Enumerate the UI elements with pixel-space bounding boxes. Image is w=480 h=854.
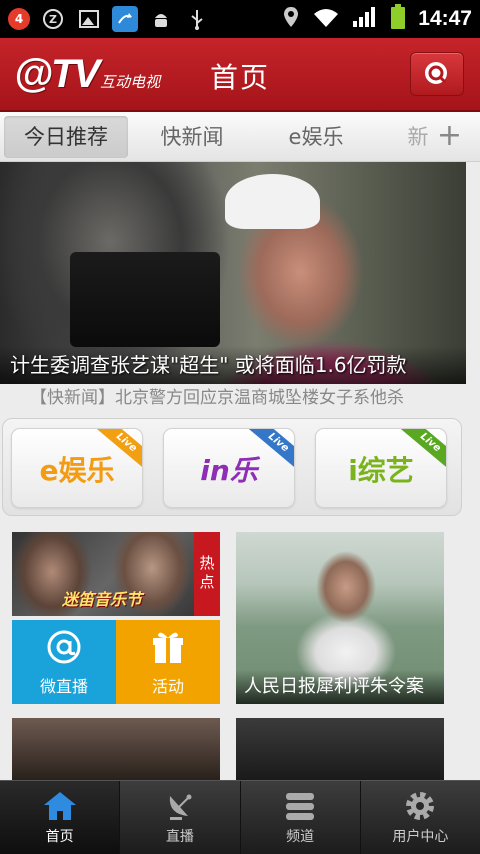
at-sign-icon [47,630,81,664]
hero-image-camera [70,252,220,347]
satellite-dish-icon [169,794,192,820]
hero-banner[interactable]: 计生委调查张艺谋"超生" 或将面临1.6亿罚款 [0,162,466,384]
app-header: @TV 互动电视 首页 [0,38,480,112]
tab-e-entertainment[interactable]: e娱乐 [264,116,368,158]
notification-count-badge: 4 [8,8,30,30]
clock: 14:47 [418,7,472,30]
alarm-icon: Z [40,6,66,32]
channel-e-entertainment[interactable]: e娱乐 Live [11,428,143,508]
battery-icon [390,4,406,34]
add-tab-button[interactable]: + [437,118,462,153]
weizhibo-label: 微直播 [39,677,88,696]
svg-text:Z: Z [49,13,57,26]
search-button[interactable] [410,52,464,96]
stack-icon [286,792,315,820]
tab-more-partial[interactable]: 新 [398,116,438,158]
nav-channels-label: 频道 [286,828,315,845]
status-bar: 4 Z 14:47 [0,0,480,38]
location-icon [282,5,300,33]
news-story-tile-partial[interactable] [236,718,444,780]
hot-tag-text: 热点 [197,555,216,593]
gallery-icon [76,6,102,32]
channel-label: e娱乐 [39,454,115,487]
nav-channels[interactable]: 频道 [241,781,361,854]
channel-in-music[interactable]: in乐 Live [163,428,295,508]
channel-i-variety[interactable]: i综艺 Live [315,428,447,508]
weizhibo-tile[interactable]: 微直播 [12,620,116,704]
usb-icon [184,6,210,32]
music-festival-label: 迷笛音乐节 [62,590,143,609]
channel-label: i综艺 [348,454,414,487]
hot-tag: 热点 [194,532,220,616]
sync-icon [112,6,138,32]
hero-image-cap [225,174,320,229]
android-icon [148,6,174,32]
nav-home-label: 首页 [45,828,74,845]
nav-user-center-label: 用户中心 [392,828,449,845]
gear-icon [406,791,435,820]
gift-box-icon [153,632,183,663]
search-icon [425,62,447,84]
nav-user-center[interactable]: 用户中心 [361,781,480,854]
wifi-icon [312,6,340,32]
nav-home[interactable]: 首页 [0,781,121,854]
hero-caption: 计生委调查张艺谋"超生" 或将面临1.6亿罚款 [0,346,466,384]
category-tabs: 今日推荐 快新闻 e娱乐 新 + [0,112,480,162]
activity-label: 活动 [151,677,184,696]
page-title: 首页 [209,61,270,94]
signal-icon [352,6,378,32]
news-ticker[interactable]: 【快新闻】北京警方回应京温商城坠楼女子系他杀 [0,384,480,412]
live-channels-strip: e娱乐 Live in乐 Live i综艺 Live [2,418,462,516]
channel-label: in乐 [200,454,258,487]
tab-today-recommend[interactable]: 今日推荐 [4,116,128,158]
news-story-tile-partial[interactable] [12,718,220,780]
tab-quick-news[interactable]: 快新闻 [140,116,244,158]
news-story-label: 人民日报犀利评朱令案 [236,670,444,704]
activity-tile[interactable]: 活动 [116,620,220,704]
nav-live-label: 直播 [165,828,194,845]
bottom-navigation: 首页 直播 频道 用户中心 [0,780,480,854]
music-festival-tile[interactable]: 迷笛音乐节 热点 [12,532,220,616]
home-icon [43,791,76,820]
nav-live[interactable]: 直播 [120,781,241,854]
news-story-tile[interactable]: 人民日报犀利评朱令案 [236,532,444,704]
